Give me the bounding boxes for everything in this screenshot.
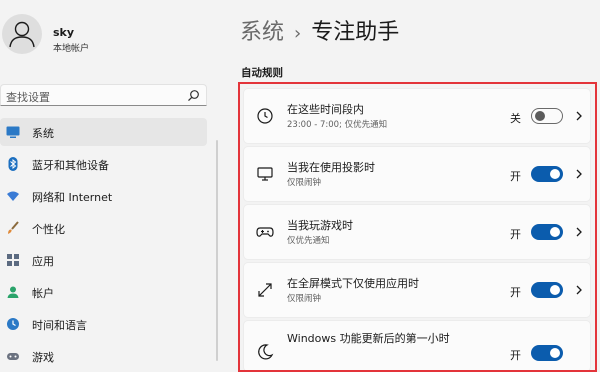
sidebar-item-label: 帐户 [32, 287, 54, 300]
toggle-state-label: 开 [510, 228, 521, 241]
rule-projecting[interactable]: 当我在使用投影时 仅限闹钟 开 [243, 146, 591, 202]
toggle-knob [550, 285, 560, 295]
section-title: 自动规则 [241, 67, 283, 79]
chevron-right-icon[interactable] [574, 225, 584, 239]
rule-subtitle: 仅优先通知 [287, 236, 330, 246]
rule-title: Windows 功能更新后的第一小时 [287, 332, 450, 345]
fullscreen-icon [258, 283, 272, 297]
toggle-knob [550, 227, 560, 237]
sidebar-item-personalization[interactable]: 个性化 [0, 214, 207, 242]
sidebar: sky 本地帐户 查找设置 系统 蓝牙和其他设备 网络和 Internet 个性… [0, 0, 218, 364]
monitor-icon [6, 126, 20, 138]
rule-toggle[interactable] [531, 345, 563, 361]
rule-subtitle: 仅限闹钟 [287, 178, 322, 188]
sidebar-item-time-language[interactable]: 时间和语言 [0, 310, 207, 338]
toggle-state-label: 开 [510, 170, 521, 183]
rule-subtitle: 仅限闹钟 [287, 294, 322, 304]
person-avatar-icon [9, 21, 35, 48]
sidebar-item-system[interactable]: 系统 [0, 118, 207, 146]
wifi-icon [7, 191, 19, 201]
search-icon[interactable] [187, 89, 200, 102]
sidebar-item-bluetooth[interactable]: 蓝牙和其他设备 [0, 150, 207, 178]
sidebar-item-label: 系统 [32, 127, 54, 140]
toggle-knob [535, 111, 545, 121]
sidebar-item-accounts[interactable]: 帐户 [0, 278, 207, 306]
breadcrumb-separator: › [294, 23, 302, 44]
sidebar-item-label: 时间和语言 [32, 319, 87, 332]
rule-toggle[interactable] [531, 282, 563, 298]
apps-icon [7, 254, 19, 266]
sidebar-item-label: 网络和 Internet [32, 191, 113, 204]
gamepad-icon [256, 227, 274, 237]
chevron-right-icon[interactable] [574, 109, 584, 123]
search-input[interactable]: 查找设置 [6, 89, 50, 105]
sidebar-item-label: 应用 [32, 255, 54, 268]
clock-icon [257, 108, 273, 124]
toggle-state-label: 开 [510, 286, 521, 299]
sidebar-scrollbar[interactable] [216, 140, 218, 361]
person-icon [7, 286, 19, 298]
toggle-state-label: 关 [510, 112, 521, 125]
chevron-right-icon[interactable] [574, 167, 584, 181]
rule-title: 当我玩游戏时 [287, 219, 353, 232]
moon-icon [258, 344, 274, 360]
bluetooth-icon [8, 157, 18, 171]
search-box[interactable]: 查找设置 [0, 84, 207, 106]
sidebar-item-label: 游戏 [32, 351, 54, 364]
chevron-right-icon[interactable] [574, 283, 584, 297]
sidebar-item-label: 蓝牙和其他设备 [32, 159, 109, 172]
account-type: 本地帐户 [53, 44, 90, 54]
sidebar-item-network[interactable]: 网络和 Internet [0, 182, 207, 210]
rule-subtitle: 23:00 - 7:00; 仅优先通知 [287, 120, 388, 130]
rule-toggle[interactable] [531, 224, 563, 240]
rule-title: 在全屏模式下仅使用应用时 [287, 277, 419, 290]
rule-title: 在这些时间段内 [287, 103, 364, 116]
rule-toggle[interactable] [531, 166, 563, 182]
breadcrumb-parent[interactable]: 系统 [240, 20, 284, 45]
toggle-knob [550, 169, 560, 179]
sidebar-item-apps[interactable]: 应用 [0, 246, 207, 274]
rule-fullscreen[interactable]: 在全屏模式下仅使用应用时 仅限闹钟 开 [243, 262, 591, 318]
rule-toggle[interactable] [531, 108, 563, 124]
user-name: sky [53, 26, 75, 39]
rule-time-range[interactable]: 在这些时间段内 23:00 - 7:00; 仅优先通知 关 [243, 88, 591, 144]
page-title: 专注助手 [311, 20, 400, 45]
avatar [2, 14, 42, 54]
projector-monitor-icon [257, 167, 273, 181]
sidebar-item-gaming[interactable]: 游戏 [0, 342, 207, 370]
globe-clock-icon [7, 318, 19, 330]
sidebar-item-label: 个性化 [32, 223, 65, 236]
rule-feature-update[interactable]: Windows 功能更新后的第一小时 开 [243, 320, 591, 372]
rule-title: 当我在使用投影时 [287, 161, 375, 174]
toggle-knob [550, 348, 560, 358]
breadcrumb: 系统 › 专注助手 [240, 14, 399, 46]
brush-icon [8, 221, 19, 234]
user-profile[interactable]: sky 本地帐户 [0, 12, 218, 66]
rule-gaming[interactable]: 当我玩游戏时 仅优先通知 开 [243, 204, 591, 260]
